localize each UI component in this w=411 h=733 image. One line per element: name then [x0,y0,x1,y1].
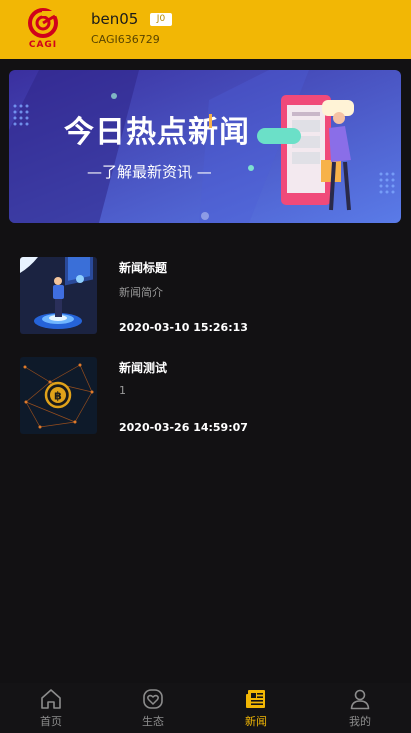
bitcoin-network-icon: ฿ [20,357,97,434]
futuristic-screen-person-icon [20,257,97,334]
svg-text:฿: ฿ [54,390,62,403]
cagi-logo: CAGI [25,7,61,51]
news-date: 2020-03-26 14:59:07 [119,421,248,434]
tab-ecosystem[interactable]: 生态 [102,683,204,733]
news-title: 新闻测试 [119,361,168,375]
tab-label: 我的 [349,715,371,728]
user-id: CAGI636729 [91,33,160,46]
news-title: 新闻标题 [119,261,168,275]
tab-profile[interactable]: 我的 [309,683,411,733]
news-banner[interactable]: 今日热点新闻 —了解最新资讯 — [9,70,401,223]
username: ben05 [91,10,139,28]
banner-subline: —了解最新资讯 — [87,163,212,181]
level-badge: J0 [150,13,172,26]
tab-label: 首页 [40,715,62,728]
heart-badge-icon [142,688,164,710]
user-header: CAGI ben05 J0 CAGI636729 [0,0,411,59]
tab-home[interactable]: 首页 [0,683,102,733]
tab-label: 生态 [142,715,164,728]
news-date: 2020-03-10 15:26:13 [119,321,248,334]
news-summary: 1 [119,384,126,397]
newspaper-icon [245,688,267,710]
user-icon [349,688,371,710]
banner-headline: 今日热点新闻 [64,115,250,150]
news-item[interactable]: ฿ 新闻测试 1 2020-03-26 14:59:07 [0,345,411,435]
news-summary: 新闻简介 [119,286,163,299]
tab-label: 新闻 [245,715,267,728]
svg-text:CAGI: CAGI [29,40,57,50]
home-icon [40,688,62,710]
news-item[interactable]: 新闻标题 新闻简介 2020-03-10 15:26:13 [0,245,411,335]
bottom-tab-bar: 首页 生态 新闻 我的 [0,683,411,733]
tab-news[interactable]: 新闻 [205,683,307,733]
